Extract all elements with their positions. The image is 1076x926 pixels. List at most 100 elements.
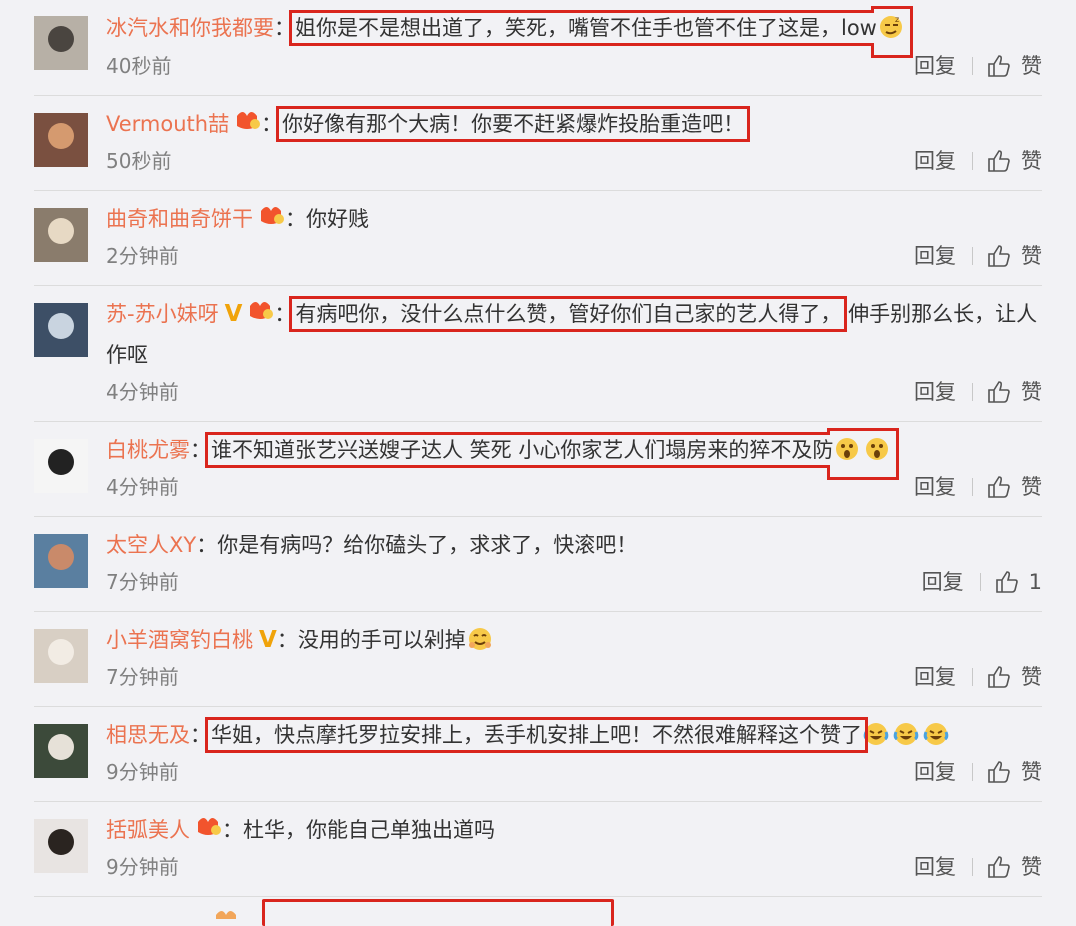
highlight-box: 你好像有那个大病！你要不赶紧爆炸投胎重造吧！ <box>276 106 751 142</box>
avatar[interactable] <box>34 113 88 167</box>
comment-actions: 回复 赞 <box>914 147 1042 175</box>
comment-time: 9分钟前 <box>106 855 179 879</box>
highlight-box: 姐你是不是想出道了，笑死，嘴管不住手也管不住了这是，low z <box>289 10 913 46</box>
comment-time: 4分钟前 <box>106 475 179 499</box>
comment-colon: ： <box>261 112 283 136</box>
comment-colon: ： <box>274 16 295 40</box>
thumbs-up-icon[interactable] <box>987 665 1011 689</box>
avatar[interactable] <box>34 208 88 262</box>
avatar[interactable] <box>34 819 88 873</box>
comment-text: 你好贱 <box>306 207 369 231</box>
comment-actions: 回复 赞 <box>914 242 1042 270</box>
comment-item: 白桃尤雾：谁不知道张艺兴送嫂子达人 笑死 小心你家艺人们塌房来的猝不及防 4分钟… <box>34 421 1042 517</box>
avatar[interactable] <box>34 439 88 493</box>
comment-text: 谁不知道张艺兴送嫂子达人 笑死 小心你家艺人们塌房来的猝不及防 <box>211 438 834 462</box>
comment-text: 华姐，快点摩托罗拉安排上，丢手机安排上吧！不然很难解释这个赞了 <box>211 723 862 747</box>
comment-username[interactable]: 白桃尤雾 <box>106 438 190 462</box>
reply-button[interactable]: 回复 <box>914 853 956 881</box>
thumbs-up-icon[interactable] <box>987 760 1011 784</box>
divider <box>972 763 973 781</box>
comment-item: Vermouth喆 ：你好像有那个大病！你要不赶紧爆炸投胎重造吧！ 50秒前 回复… <box>34 95 1042 191</box>
comment-username[interactable]: 相思无及 <box>106 723 190 747</box>
fan-badge-icon <box>194 811 222 851</box>
comment-item: 小羊酒窝钓白桃 V：没用的手可以剁掉 7分钟前 回复 赞 <box>34 611 1042 707</box>
like-count[interactable]: 1 <box>1029 568 1042 596</box>
comment-text: 没用的手可以剁掉 <box>297 628 466 652</box>
comment-colon: ： <box>285 207 306 231</box>
comment-username[interactable]: Vermouth喆 <box>106 112 229 136</box>
like-button[interactable]: 赞 <box>1021 663 1042 691</box>
divider <box>972 57 973 75</box>
comment-username[interactable]: 冰汽水和你我都要 <box>106 16 274 40</box>
thumbs-up-icon[interactable] <box>995 570 1019 594</box>
thumbs-up-icon[interactable] <box>987 475 1011 499</box>
comment-username[interactable]: 太空人XY <box>106 533 196 557</box>
comment-text: 有病吧你，没什么点什么赞，管好你们自己家的艺人得了， <box>295 302 842 326</box>
thumbs-up-icon[interactable] <box>987 54 1011 78</box>
laugh-cry-emoji-icon <box>922 719 952 759</box>
comment-username[interactable]: 曲奇和曲奇饼干 <box>106 207 253 231</box>
avatar[interactable] <box>34 724 88 778</box>
divider <box>972 858 973 876</box>
like-button[interactable]: 赞 <box>1021 242 1042 270</box>
comment-actions: 回复 1 <box>922 568 1042 596</box>
divider <box>972 668 973 686</box>
avatar[interactable] <box>34 16 88 70</box>
thumbs-up-icon[interactable] <box>987 244 1011 268</box>
comment-time: 7分钟前 <box>106 570 179 594</box>
comment-colon: ： <box>274 302 296 326</box>
avatar[interactable] <box>34 303 88 357</box>
comment-username[interactable]: 括弧美人 <box>106 818 190 842</box>
reply-button[interactable]: 回复 <box>922 568 964 596</box>
comment-actions: 回复 赞 <box>914 758 1042 786</box>
comment-colon: ： <box>222 818 243 842</box>
reply-button[interactable]: 回复 <box>914 473 956 501</box>
comment-time: 7分钟前 <box>106 665 179 689</box>
avatar[interactable] <box>34 629 88 683</box>
comment-colon: ： <box>190 723 211 747</box>
comment-text: 姐你是不是想出道了，笑死，嘴管不住手也管不住了这是，low <box>295 16 877 40</box>
comment-text: 你好像有那个大病！你要不赶紧爆炸投胎重造吧！ <box>282 112 745 136</box>
thumbs-up-icon[interactable] <box>987 380 1011 404</box>
reply-button[interactable]: 回复 <box>914 147 956 175</box>
reply-button[interactable]: 回复 <box>914 52 956 80</box>
v-badge-icon: V <box>259 627 277 653</box>
thumbs-up-icon[interactable] <box>987 149 1011 173</box>
comment-time: 2分钟前 <box>106 244 179 268</box>
reply-button[interactable]: 回复 <box>914 758 956 786</box>
divider <box>972 247 973 265</box>
divider <box>972 383 973 401</box>
like-button[interactable]: 赞 <box>1021 758 1042 786</box>
comment-username[interactable]: 苏-苏小妹呀 <box>106 302 219 326</box>
comment-time: 4分钟前 <box>106 380 179 404</box>
hug-emoji-icon <box>466 624 496 664</box>
like-button[interactable]: 赞 <box>1021 473 1042 501</box>
comment-text: 杜华，你能自己单独出道吗 <box>243 818 495 842</box>
comment-colon: ： <box>190 438 211 462</box>
v-badge-icon: V <box>224 301 243 327</box>
like-button[interactable]: 赞 <box>1021 147 1042 175</box>
like-button[interactable]: 赞 <box>1021 52 1042 80</box>
comment-time: 50秒前 <box>106 149 172 173</box>
shock-emoji-icon <box>863 434 893 474</box>
comment-actions: 回复 赞 <box>914 663 1042 691</box>
comment-time: 40秒前 <box>106 54 172 78</box>
reply-button[interactable]: 回复 <box>914 378 956 406</box>
highlight-box: 谁不知道张艺兴送嫂子达人 笑死 小心你家艺人们塌房来的猝不及防 <box>204 432 900 468</box>
comment-time: 9分钟前 <box>106 760 179 784</box>
fan-badge-icon <box>246 295 274 335</box>
avatar[interactable] <box>34 534 88 588</box>
comment-item: 冰汽水和你我都要：姐你是不是想出道了，笑死，嘴管不住手也管不住了这是，low z … <box>34 0 1042 96</box>
reply-button[interactable]: 回复 <box>914 242 956 270</box>
comment-username[interactable]: 小羊酒窝钓白桃 <box>106 628 253 652</box>
comment-item: 括弧美人 ：杜华，你能自己单独出道吗 9分钟前 回复 赞 <box>34 801 1042 897</box>
divider <box>972 152 973 170</box>
like-button[interactable]: 赞 <box>1021 378 1042 406</box>
shock-emoji-icon <box>833 434 863 474</box>
reply-button[interactable]: 回复 <box>914 663 956 691</box>
thumbs-up-icon[interactable] <box>987 855 1011 879</box>
comment-list: 冰汽水和你我都要：姐你是不是想出道了，笑死，嘴管不住手也管不住了这是，low z … <box>0 0 1076 926</box>
comment-actions: 回复 赞 <box>914 52 1042 80</box>
comment-item: 苏-苏小妹呀 V ：有病吧你，没什么点什么赞，管好你们自己家的艺人得了， 伸手别那么… <box>34 285 1042 422</box>
like-button[interactable]: 赞 <box>1021 853 1042 881</box>
